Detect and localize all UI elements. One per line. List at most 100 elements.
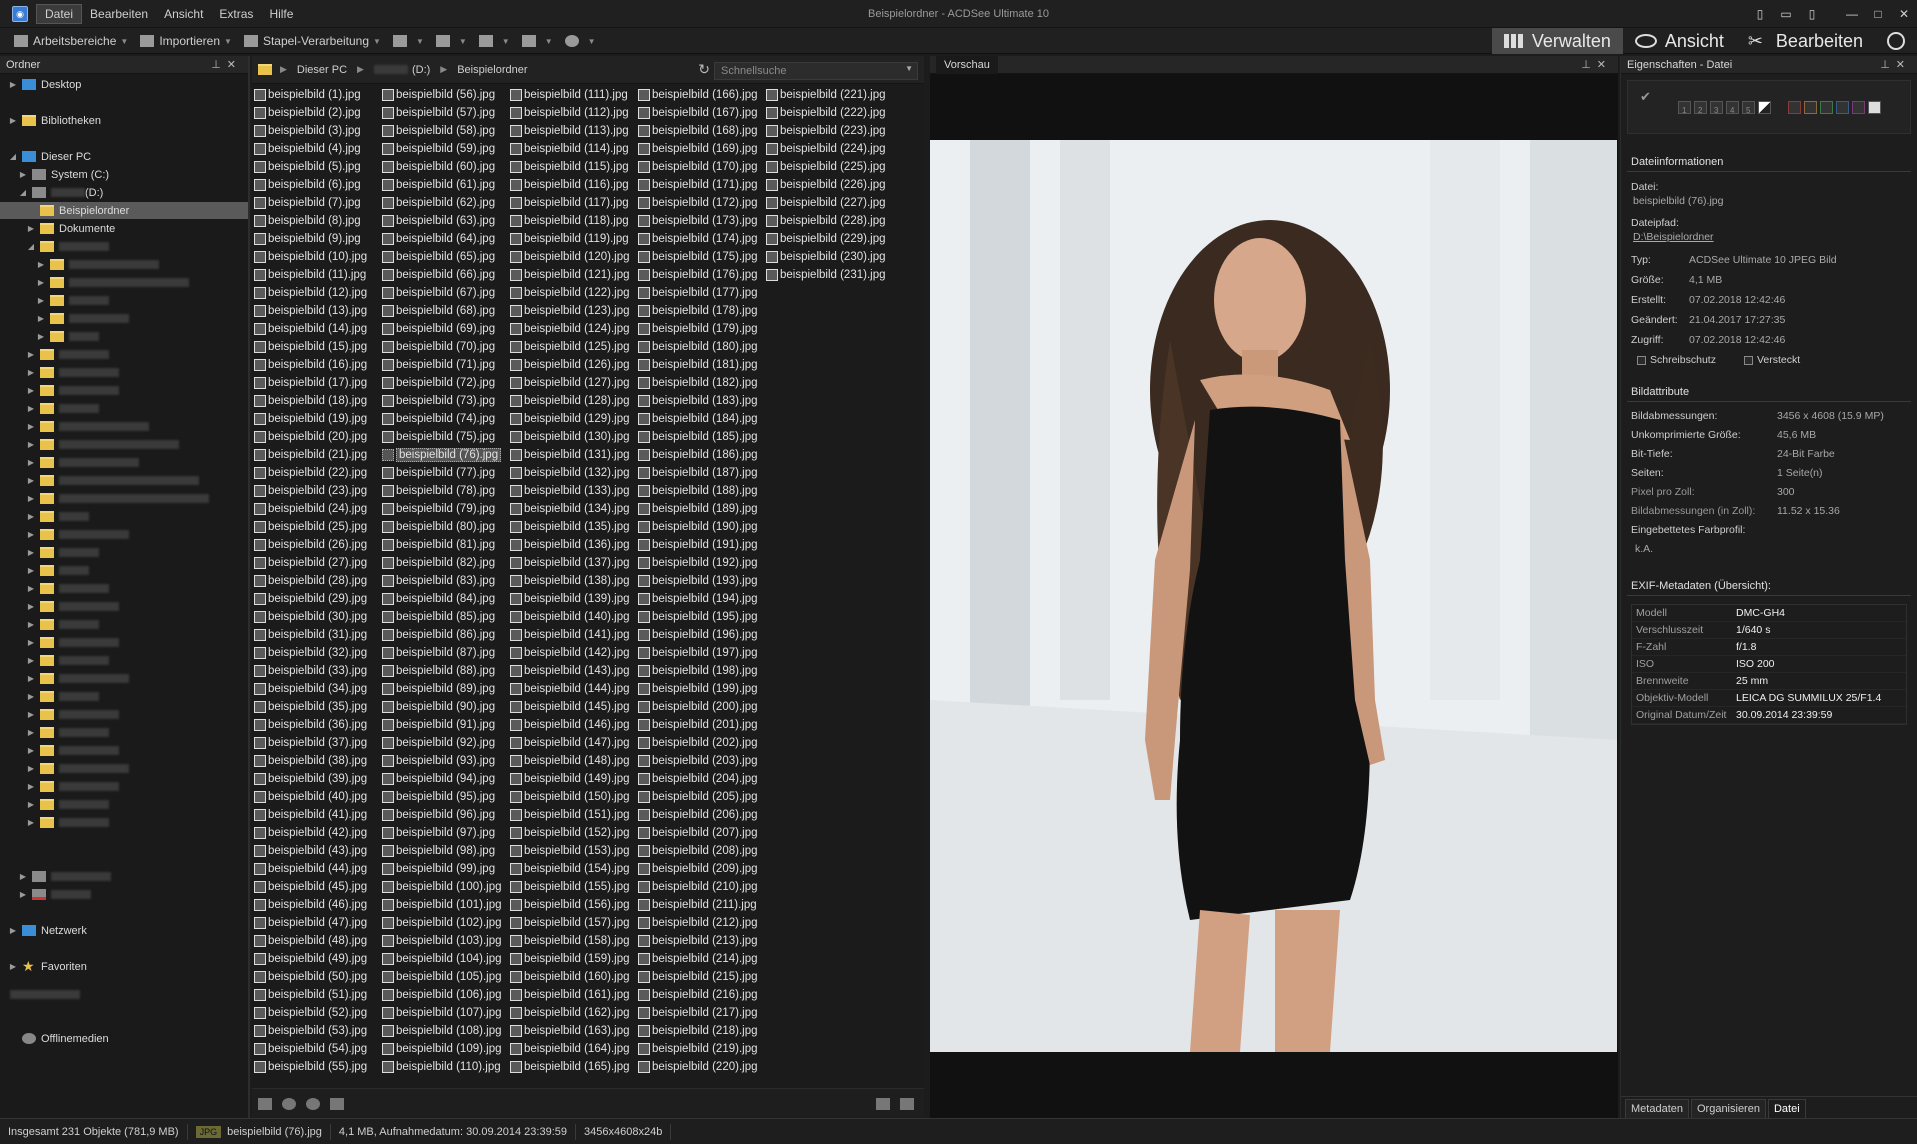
file-item[interactable]: beispielbild (38).jpg: [254, 752, 382, 770]
mode-view[interactable]: Ansicht: [1623, 28, 1736, 54]
file-item[interactable]: beispielbild (228).jpg: [766, 212, 894, 230]
file-item[interactable]: beispielbild (193).jpg: [638, 572, 766, 590]
tree-folder-redacted[interactable]: ▶: [26, 472, 199, 489]
file-item[interactable]: beispielbild (14).jpg: [254, 320, 382, 338]
layout-right-icon[interactable]: ▯: [1799, 4, 1825, 24]
file-item[interactable]: beispielbild (209).jpg: [638, 860, 766, 878]
tree-folder-redacted[interactable]: ▶: [26, 526, 129, 543]
chevron-down-icon[interactable]: ▼: [905, 64, 913, 73]
file-item[interactable]: beispielbild (84).jpg: [382, 590, 510, 608]
mode-365[interactable]: [1875, 28, 1917, 54]
file-item[interactable]: beispielbild (191).jpg: [638, 536, 766, 554]
import-button[interactable]: Importieren ▼: [134, 30, 238, 52]
file-item[interactable]: beispielbild (83).jpg: [382, 572, 510, 590]
file-item[interactable]: beispielbild (125).jpg: [510, 338, 638, 356]
file-item[interactable]: beispielbild (9).jpg: [254, 230, 382, 248]
file-item[interactable]: beispielbild (58).jpg: [382, 122, 510, 140]
file-item[interactable]: beispielbild (179).jpg: [638, 320, 766, 338]
file-item[interactable]: beispielbild (65).jpg: [382, 248, 510, 266]
tree-offline-media[interactable]: Offlinemedien: [18, 1030, 109, 1047]
tree-folder-redacted[interactable]: ▶: [26, 634, 119, 651]
tree-folder-redacted[interactable]: ▶: [26, 454, 139, 471]
file-item[interactable]: beispielbild (205).jpg: [638, 788, 766, 806]
tree-folder-redacted[interactable]: ▶: [26, 490, 209, 507]
file-item[interactable]: beispielbild (198).jpg: [638, 662, 766, 680]
file-item[interactable]: beispielbild (13).jpg: [254, 302, 382, 320]
file-item[interactable]: beispielbild (201).jpg: [638, 716, 766, 734]
pin-close-icons[interactable]: ⊥✕: [1581, 58, 1612, 71]
tree-folder-redacted[interactable]: ▶: [26, 796, 109, 813]
file-item[interactable]: beispielbild (176).jpg: [638, 266, 766, 284]
tree-folder-redacted[interactable]: ▶: [36, 274, 189, 291]
file-item[interactable]: beispielbild (73).jpg: [382, 392, 510, 410]
tab-metadata[interactable]: Metadaten: [1625, 1099, 1689, 1118]
file-item[interactable]: beispielbild (44).jpg: [254, 860, 382, 878]
file-item[interactable]: beispielbild (80).jpg: [382, 518, 510, 536]
file-item[interactable]: beispielbild (28).jpg: [254, 572, 382, 590]
tree-desktop[interactable]: ▶ Desktop: [8, 76, 81, 93]
file-item[interactable]: beispielbild (10).jpg: [254, 248, 382, 266]
file-item[interactable]: beispielbild (105).jpg: [382, 968, 510, 986]
file-item[interactable]: beispielbild (33).jpg: [254, 662, 382, 680]
file-item[interactable]: beispielbild (118).jpg: [510, 212, 638, 230]
file-item[interactable]: beispielbild (230).jpg: [766, 248, 894, 266]
file-item[interactable]: beispielbild (227).jpg: [766, 194, 894, 212]
file-item[interactable]: beispielbild (45).jpg: [254, 878, 382, 896]
file-item[interactable]: beispielbild (163).jpg: [510, 1022, 638, 1040]
menu-ansicht[interactable]: Ansicht: [156, 5, 211, 23]
file-item[interactable]: beispielbild (169).jpg: [638, 140, 766, 158]
file-item[interactable]: beispielbild (70).jpg: [382, 338, 510, 356]
app-icon[interactable]: ◉: [12, 6, 28, 22]
settings-button[interactable]: ▼: [516, 30, 559, 52]
file-item[interactable]: beispielbild (108).jpg: [382, 1022, 510, 1040]
file-item[interactable]: beispielbild (69).jpg: [382, 320, 510, 338]
file-item[interactable]: beispielbild (46).jpg: [254, 896, 382, 914]
file-item[interactable]: beispielbild (140).jpg: [510, 608, 638, 626]
file-item[interactable]: beispielbild (143).jpg: [510, 662, 638, 680]
minimize-button[interactable]: —: [1839, 4, 1865, 24]
file-item[interactable]: beispielbild (53).jpg: [254, 1022, 382, 1040]
pin-close-icons[interactable]: ⊥✕: [211, 58, 242, 71]
file-item[interactable]: beispielbild (49).jpg: [254, 950, 382, 968]
path-link[interactable]: D:\Beispielordner: [1633, 230, 1907, 244]
color-label-blue[interactable]: [1836, 101, 1849, 114]
file-item[interactable]: beispielbild (94).jpg: [382, 770, 510, 788]
file-item[interactable]: beispielbild (231).jpg: [766, 266, 894, 284]
file-item[interactable]: beispielbild (18).jpg: [254, 392, 382, 410]
file-item[interactable]: beispielbild (225).jpg: [766, 158, 894, 176]
copy-button[interactable]: ▼: [430, 30, 473, 52]
file-item[interactable]: beispielbild (199).jpg: [638, 680, 766, 698]
file-item[interactable]: beispielbild (107).jpg: [382, 1004, 510, 1022]
file-item[interactable]: beispielbild (50).jpg: [254, 968, 382, 986]
file-item[interactable]: beispielbild (23).jpg: [254, 482, 382, 500]
file-item[interactable]: beispielbild (88).jpg: [382, 662, 510, 680]
file-item[interactable]: beispielbild (40).jpg: [254, 788, 382, 806]
file-item[interactable]: beispielbild (217).jpg: [638, 1004, 766, 1022]
file-item[interactable]: beispielbild (190).jpg: [638, 518, 766, 536]
tree-folder-redacted[interactable]: ▶: [26, 724, 109, 741]
file-item[interactable]: beispielbild (212).jpg: [638, 914, 766, 932]
file-item[interactable]: beispielbild (63).jpg: [382, 212, 510, 230]
file-item[interactable]: beispielbild (95).jpg: [382, 788, 510, 806]
mode-manage[interactable]: Verwalten: [1491, 28, 1623, 54]
file-item[interactable]: beispielbild (55).jpg: [254, 1058, 382, 1076]
file-item[interactable]: beispielbild (115).jpg: [510, 158, 638, 176]
file-item[interactable]: beispielbild (102).jpg: [382, 914, 510, 932]
file-item[interactable]: beispielbild (144).jpg: [510, 680, 638, 698]
tree-folder-redacted[interactable]: ▶: [26, 418, 149, 435]
breadcrumb-d-drive[interactable]: (D:): [412, 64, 430, 76]
file-item[interactable]: beispielbild (39).jpg: [254, 770, 382, 788]
file-item[interactable]: beispielbild (203).jpg: [638, 752, 766, 770]
file-item[interactable]: beispielbild (109).jpg: [382, 1040, 510, 1058]
tree-folder-redacted[interactable]: ▶: [36, 256, 159, 273]
file-item[interactable]: beispielbild (24).jpg: [254, 500, 382, 518]
file-item[interactable]: beispielbild (101).jpg: [382, 896, 510, 914]
file-item[interactable]: beispielbild (126).jpg: [510, 356, 638, 374]
file-item[interactable]: beispielbild (71).jpg: [382, 356, 510, 374]
file-item[interactable]: beispielbild (103).jpg: [382, 932, 510, 950]
file-item[interactable]: beispielbild (220).jpg: [638, 1058, 766, 1076]
file-item[interactable]: beispielbild (175).jpg: [638, 248, 766, 266]
file-item[interactable]: beispielbild (130).jpg: [510, 428, 638, 446]
file-item[interactable]: beispielbild (56).jpg: [382, 86, 510, 104]
close-button[interactable]: ✕: [1891, 4, 1917, 24]
